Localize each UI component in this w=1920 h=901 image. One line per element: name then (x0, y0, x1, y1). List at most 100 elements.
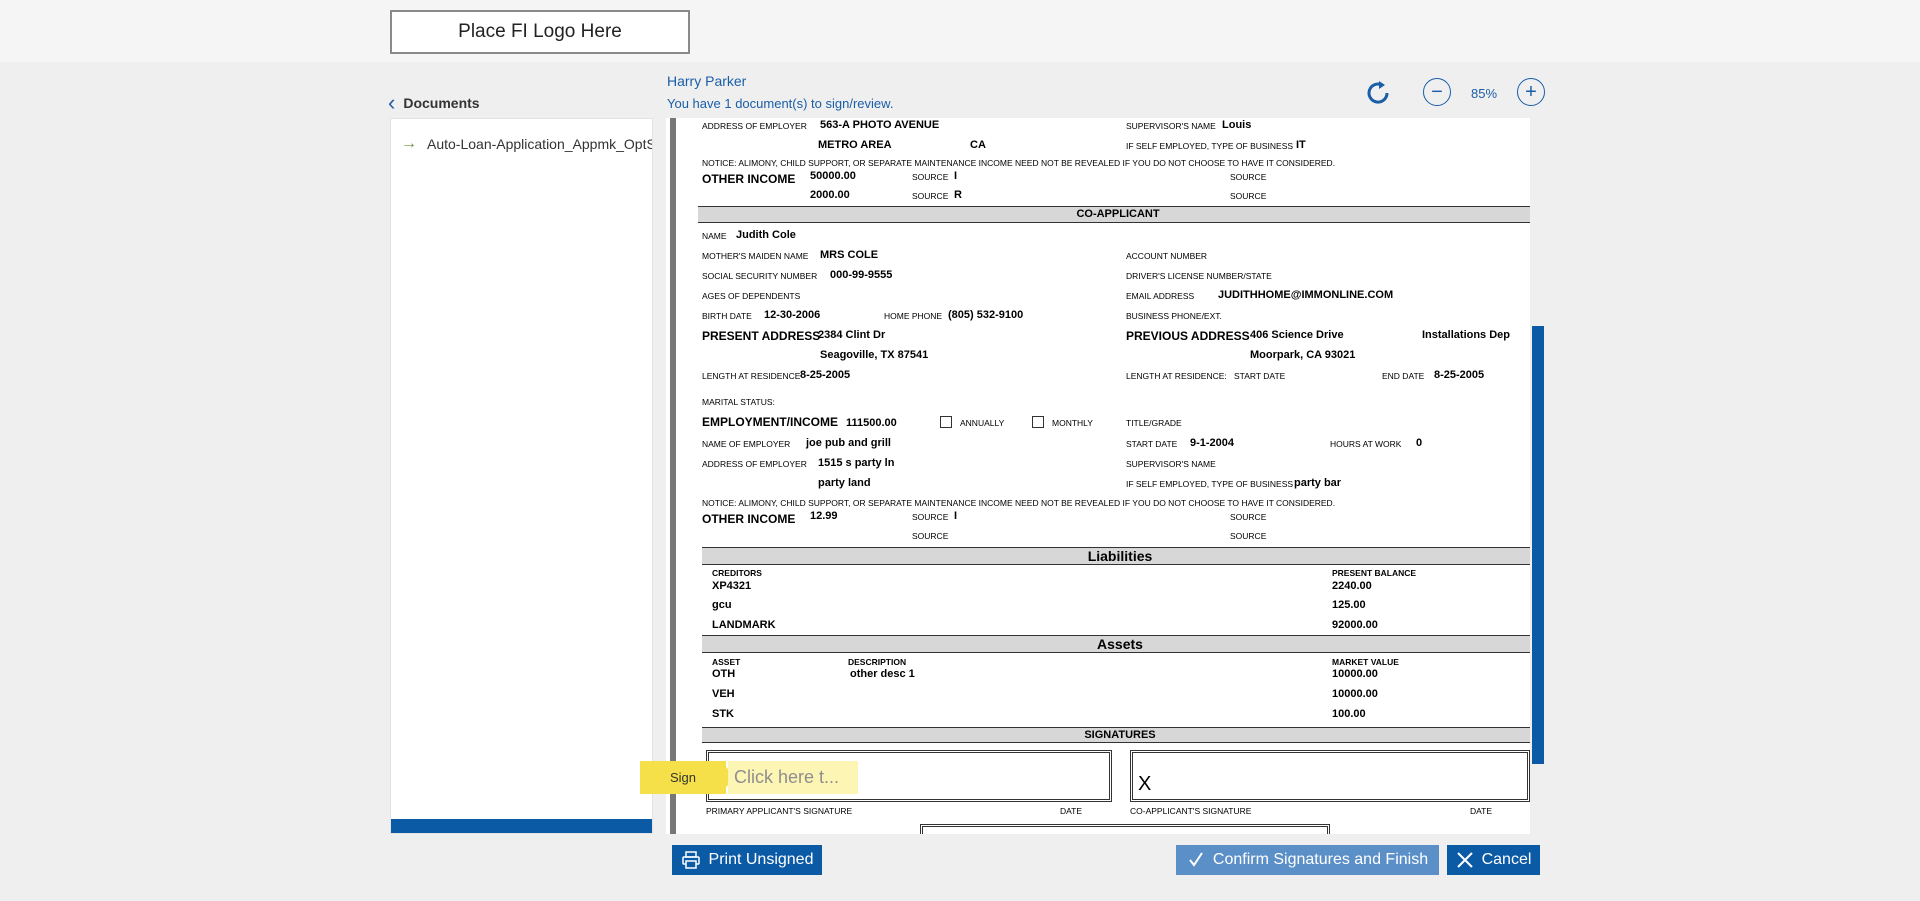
market-value-label: MARKET VALUE (1332, 657, 1399, 667)
cancel-button[interactable]: Cancel (1447, 845, 1540, 875)
employer-address-1: 563-A PHOTO AVENUE (820, 119, 940, 131)
primary-signature-label: PRIMARY APPLICANT'S SIGNATURE (706, 806, 853, 816)
confirm-signatures-button[interactable]: Confirm Signatures and Finish (1176, 845, 1439, 875)
employer-name: joe pub and grill (806, 437, 891, 449)
home-phone: (805) 532-9100 (948, 309, 1024, 321)
document-footer-box (920, 824, 1330, 834)
name-label: NAME (702, 231, 727, 241)
employer-address-1: 1515 s party ln (818, 457, 895, 469)
source-label: SOURCE (912, 512, 949, 522)
asset-description: other desc 1 (850, 668, 915, 680)
confirm-signatures-label: Confirm Signatures and Finish (1212, 851, 1429, 868)
source-label: SOURCE (1230, 172, 1267, 182)
source-label: SOURCE (1230, 531, 1267, 541)
asset-type: STK (712, 708, 734, 720)
signatures-header: SIGNATURES (702, 727, 1530, 743)
other-income-amount-1: 50000.00 (810, 170, 856, 182)
ages-dependents-label: AGES OF DEPENDENTS (702, 291, 801, 301)
date-label: DATE (1060, 806, 1083, 816)
present-address-label: PRESENT ADDRESS (702, 329, 821, 343)
zoom-in-button[interactable]: + (1517, 78, 1545, 106)
source-label: SOURCE (912, 172, 949, 182)
previous-address-extra: Installations Dep (1422, 329, 1511, 341)
notice-text: NOTICE: ALIMONY, CHILD SUPPORT, OR SEPAR… (702, 498, 1336, 508)
zoom-out-button[interactable]: − (1423, 78, 1451, 106)
print-unsigned-button[interactable]: Print Unsigned (672, 845, 822, 875)
chevron-left-icon[interactable]: ‹ (388, 90, 395, 116)
refresh-button[interactable] (1362, 78, 1394, 108)
present-balance-label: PRESENT BALANCE (1332, 568, 1417, 578)
documents-list: → Auto-Loan-Application_Appmk_OptS (390, 118, 653, 834)
document-list-item[interactable]: → Auto-Loan-Application_Appmk_OptS (401, 135, 653, 153)
maiden-name: MRS COLE (820, 249, 879, 261)
birth-date: 12-30-2006 (764, 309, 821, 321)
print-unsigned-label: Print Unsigned (708, 851, 814, 868)
source-value-2: R (954, 189, 962, 201)
start-date-label: START DATE (1234, 371, 1286, 381)
title-grade-label: TITLE/GRADE (1126, 418, 1182, 428)
checkmark-icon (1189, 852, 1203, 867)
page-edge (670, 118, 676, 834)
end-date: 8-25-2005 (1434, 369, 1485, 381)
documents-title: Documents (403, 95, 480, 111)
co-applicant-signature-box[interactable] (1130, 750, 1530, 802)
documents-message: You have 1 document(s) to sign/review. (667, 96, 894, 111)
email-label: EMAIL ADDRESS (1126, 291, 1195, 301)
notice-text: NOTICE: ALIMONY, CHILD SUPPORT, OR SEPAR… (702, 158, 1336, 168)
employment-income: 111500.00 (846, 417, 897, 429)
signature-field[interactable]: Click here t... (728, 761, 858, 794)
asset-value: 10000.00 (1332, 668, 1378, 680)
monthly-checkbox[interactable] (1032, 416, 1044, 428)
present-address-1: 2384 Clint Dr (818, 329, 886, 341)
document-name: Auto-Loan-Application_Appmk_OptS (427, 136, 653, 152)
self-employed-business: party bar (1294, 477, 1342, 489)
sign-tag[interactable]: Sign (640, 761, 736, 794)
co-applicant-name: Judith Cole (736, 229, 796, 241)
length-residence: 8-25-2005 (800, 369, 851, 381)
cancel-label: Cancel (1481, 851, 1532, 868)
employment-income-label: EMPLOYMENT/INCOME (702, 415, 839, 429)
description-label: DESCRIPTION (848, 657, 907, 667)
annually-checkbox[interactable] (940, 416, 952, 428)
creditors-label: CREDITORS (712, 568, 762, 578)
self-employed-label: IF SELF EMPLOYED, TYPE OF BUSINESS (1126, 479, 1294, 489)
source-value-1: I (954, 170, 958, 182)
hours-at-work-label: HOURS AT WORK (1330, 439, 1402, 449)
source-label: SOURCE (1230, 512, 1267, 522)
employer-address-2: METRO AREA (818, 139, 892, 151)
source-label: SOURCE (912, 191, 949, 201)
license-label: DRIVER'S LICENSE NUMBER/STATE (1126, 271, 1272, 281)
end-date-label: END DATE (1382, 371, 1425, 381)
source-label: SOURCE (1230, 191, 1267, 201)
start-date: 9-1-2004 (1190, 437, 1235, 449)
hours-at-work: 0 (1416, 437, 1423, 449)
arrow-right-icon: → (401, 135, 417, 152)
asset-value: 10000.00 (1332, 688, 1378, 700)
creditor-balance: 125.00 (1332, 599, 1366, 611)
present-address-2: Seagoville, TX 87541 (820, 349, 929, 361)
creditor-name: LANDMARK (712, 619, 776, 631)
supervisor-label: SUPERVISOR'S NAME (1126, 459, 1216, 469)
previous-address-1: 406 Science Drive (1250, 329, 1344, 341)
employer-address-label: ADDRESS OF EMPLOYER (702, 121, 807, 131)
previous-address-2: Moorpark, CA 93021 (1250, 349, 1356, 361)
viewer-scrollbar[interactable] (1532, 326, 1544, 764)
other-income-amount: 12.99 (810, 510, 838, 522)
other-income-label: OTHER INCOME (702, 512, 796, 526)
marital-status-label: MARITAL STATUS: (702, 397, 775, 407)
length-residence-label-2: LENGTH AT RESIDENCE: (1126, 371, 1227, 381)
business-phone-label: BUSINESS PHONE/EXT. (1126, 311, 1222, 321)
birth-date-label: BIRTH DATE (702, 311, 752, 321)
creditor-name: gcu (712, 599, 732, 611)
zoom-level: 85% (1470, 85, 1498, 101)
documents-header[interactable]: ‹ Documents (388, 90, 480, 116)
monthly-label: MONTHLY (1052, 418, 1093, 428)
document-viewer[interactable]: ADDRESS OF EMPLOYER 563-A PHOTO AVENUE S… (666, 118, 1530, 834)
employer-state: CA (970, 139, 986, 151)
employer-address-2: party land (818, 477, 871, 489)
creditor-name: XP4321 (712, 580, 752, 592)
date-label: DATE (1470, 806, 1493, 816)
plus-icon: + (1525, 81, 1537, 103)
asset-type: OTH (712, 668, 736, 680)
creditor-balance: 2240.00 (1332, 580, 1372, 592)
